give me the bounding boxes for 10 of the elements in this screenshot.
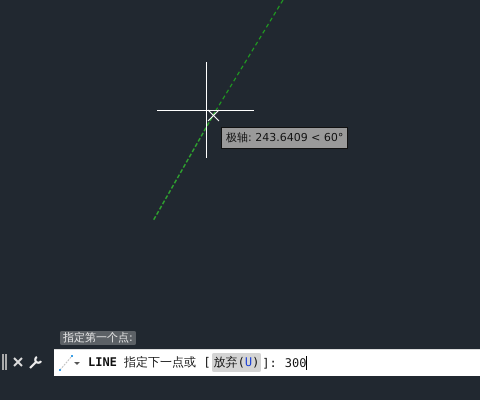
prompt-suffix: ]: — [262, 356, 277, 370]
line-tool-icon[interactable] — [58, 352, 80, 372]
close-icon[interactable] — [13, 357, 23, 367]
command-history: 指定第一个点: — [60, 330, 136, 344]
command-prompt: LINE 指定下一点或 [ — [88, 354, 211, 371]
polar-tooltip: 极轴: 243.6409 < 60° — [221, 127, 348, 149]
command-input[interactable]: 300 — [284, 356, 308, 370]
grip-icon[interactable] — [2, 354, 7, 370]
wrench-icon[interactable] — [29, 355, 43, 369]
option-link[interactable]: 放弃(U) — [212, 353, 262, 372]
